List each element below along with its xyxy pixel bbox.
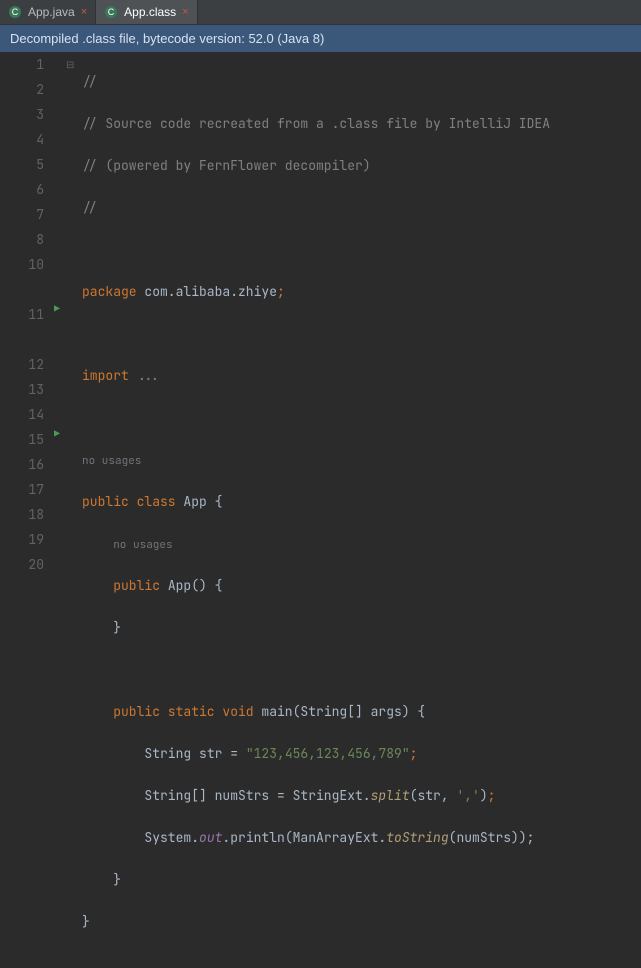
line-number: 6 xyxy=(0,177,44,202)
line-number: 19 xyxy=(0,527,44,552)
tab-label: App.class xyxy=(124,5,176,19)
close-icon[interactable]: × xyxy=(81,7,87,18)
line-number: 17 xyxy=(0,477,44,502)
line-number: 8 xyxy=(0,227,44,252)
line-number: 10 xyxy=(0,252,44,277)
fold-gutter: ⊟ xyxy=(66,52,80,531)
keyword: package xyxy=(82,283,144,300)
keyword: import xyxy=(82,367,137,384)
keyword: public static void xyxy=(113,703,261,720)
package-name: com.alibaba.zhiye xyxy=(144,283,277,300)
line-number: 12 xyxy=(0,352,44,377)
editor: 1 2 3 4 5 6 7 8 10 11 12 13 14 15 16 17 … xyxy=(0,52,641,531)
line-number: 1 xyxy=(0,52,44,77)
java-class-icon: C xyxy=(8,5,22,19)
tab-app-java[interactable]: C App.java × xyxy=(0,0,96,24)
line-number: 3 xyxy=(0,102,44,127)
method-name: main xyxy=(261,703,292,720)
tab-label: App.java xyxy=(28,5,75,19)
static-field: out xyxy=(199,829,222,846)
tab-bar: C App.java × C App.class × xyxy=(0,0,641,25)
tab-app-class[interactable]: C App.class × xyxy=(96,0,197,24)
line-number: 7 xyxy=(0,202,44,227)
run-icon[interactable]: ▶ xyxy=(54,427,60,440)
run-gutter: ▶ ▶ xyxy=(52,52,66,531)
static-method: split xyxy=(371,787,410,804)
keyword: public class xyxy=(82,493,183,510)
line-number: 5 xyxy=(0,152,44,177)
run-icon[interactable]: ▶ xyxy=(54,302,60,315)
line-number: 13 xyxy=(0,377,44,402)
line-number xyxy=(0,327,44,352)
svg-text:C: C xyxy=(12,7,19,17)
comment: // xyxy=(82,199,98,216)
class-name: App xyxy=(183,493,206,510)
line-number xyxy=(0,277,44,302)
close-icon[interactable]: × xyxy=(182,7,188,18)
svg-text:C: C xyxy=(108,7,115,17)
decompiled-banner: Decompiled .class file, bytecode version… xyxy=(0,25,641,52)
line-number-gutter: 1 2 3 4 5 6 7 8 10 11 12 13 14 15 16 17 … xyxy=(0,52,52,531)
keyword: public xyxy=(113,577,168,594)
usage-hint: no usages xyxy=(113,538,172,552)
line-number: 2 xyxy=(0,77,44,102)
code-area[interactable]: // // Source code recreated from a .clas… xyxy=(80,52,641,531)
java-class-icon: C xyxy=(104,5,118,19)
comment: // Source code recreated from a .class f… xyxy=(82,115,550,132)
usage-hint: no usages xyxy=(82,454,141,468)
line-number: 4 xyxy=(0,127,44,152)
static-method: toString xyxy=(386,829,448,846)
string-literal: "123,456,123,456,789" xyxy=(246,745,410,762)
folded-imports[interactable]: ... xyxy=(137,367,160,384)
line-number: 18 xyxy=(0,502,44,527)
comment: // xyxy=(82,73,98,90)
line-number: 15 xyxy=(0,427,44,452)
line-number: 11 xyxy=(0,302,44,327)
line-number: 14 xyxy=(0,402,44,427)
constructor-name: App xyxy=(168,577,191,594)
line-number: 16 xyxy=(0,452,44,477)
fold-icon[interactable]: ⊟ xyxy=(66,58,74,71)
comment: // (powered by FernFlower decompiler) xyxy=(82,157,371,174)
line-number: 20 xyxy=(0,552,44,577)
